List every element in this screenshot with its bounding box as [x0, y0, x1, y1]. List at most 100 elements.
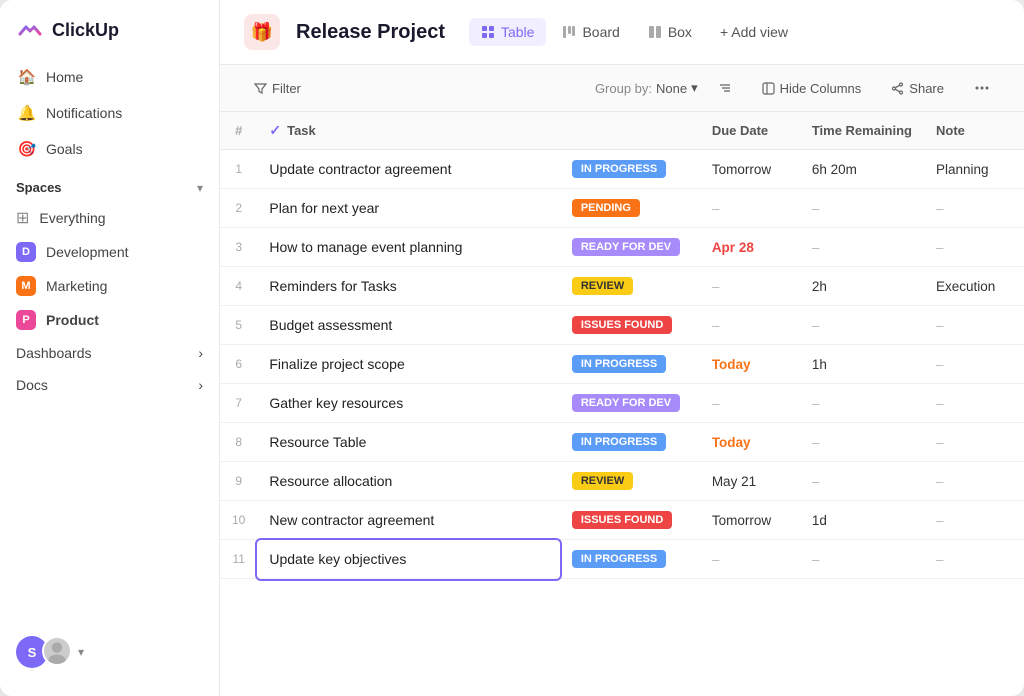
- more-options-button[interactable]: [964, 75, 1000, 101]
- space-marketing-label: Marketing: [46, 278, 107, 294]
- spaces-list: ⊞ Everything D Development M Marketing P…: [0, 201, 219, 337]
- toolbar: Filter Group by: None ▾ Hide Columns Sha…: [220, 65, 1024, 112]
- main-content: 🎁 Release Project Table Board Box + Add …: [220, 0, 1024, 696]
- user-menu-chevron-icon[interactable]: ▾: [78, 645, 84, 659]
- app-container: ClickUp 🏠 Home 🔔 Notifications 🎯 Goals S…: [0, 0, 1024, 696]
- space-item-marketing[interactable]: M Marketing: [0, 269, 219, 303]
- space-item-everything[interactable]: ⊞ Everything: [0, 201, 219, 235]
- view-tabs: Table Board Box + Add view: [469, 18, 800, 46]
- cell-status: ISSUES FOUND: [560, 306, 700, 345]
- cell-due: Tomorrow: [700, 150, 800, 189]
- bell-icon: 🔔: [18, 104, 36, 122]
- space-item-development[interactable]: D Development: [0, 235, 219, 269]
- table-body: 1 Update contractor agreement IN PROGRES…: [220, 150, 1024, 579]
- add-view-button[interactable]: + Add view: [708, 18, 800, 46]
- cell-task: Resource allocation: [257, 462, 559, 501]
- group-by-value: None: [656, 81, 687, 96]
- table-icon: [481, 25, 495, 39]
- table-row: 6 Finalize project scope IN PROGRESS Tod…: [220, 345, 1024, 384]
- cell-due: Tomorrow: [700, 501, 800, 540]
- cell-due: Today: [700, 345, 800, 384]
- docs-collapsible[interactable]: Docs ›: [0, 369, 219, 401]
- cell-due: –: [700, 540, 800, 579]
- sidebar-item-goals[interactable]: 🎯 Goals: [8, 132, 211, 166]
- group-by-control[interactable]: Group by: None ▾: [595, 80, 698, 96]
- cell-status: ISSUES FOUND: [560, 501, 700, 540]
- sidebar-item-home[interactable]: 🏠 Home: [8, 60, 211, 94]
- cell-task: New contractor agreement: [257, 501, 559, 540]
- docs-label: Docs: [16, 377, 48, 393]
- table-container: # ✓ Task Due Date Time Remaining Note: [220, 112, 1024, 696]
- cell-note: Planning: [924, 150, 1024, 189]
- spaces-chevron-icon[interactable]: ▾: [197, 181, 203, 195]
- dashboards-collapsible[interactable]: Dashboards ›: [0, 337, 219, 369]
- cell-time: 1h: [800, 345, 924, 384]
- status-badge: IN PROGRESS: [572, 355, 666, 373]
- status-badge: REVIEW: [572, 472, 633, 490]
- tab-board[interactable]: Board: [550, 18, 631, 46]
- logo: ClickUp: [0, 16, 219, 60]
- space-development-label: Development: [46, 244, 129, 260]
- sidebar-item-notifications[interactable]: 🔔 Notifications: [8, 96, 211, 130]
- table-row: 7 Gather key resources READY FOR DEV – –…: [220, 384, 1024, 423]
- col-task: ✓ Task: [257, 112, 559, 150]
- table-row: 8 Resource Table IN PROGRESS Today – –: [220, 423, 1024, 462]
- spaces-label: Spaces: [16, 180, 62, 195]
- cell-status: IN PROGRESS: [560, 150, 700, 189]
- table-row: 9 Resource allocation REVIEW May 21 – –: [220, 462, 1024, 501]
- dashboards-chevron-icon: ›: [198, 345, 203, 361]
- sidebar-item-notifications-label: Notifications: [46, 105, 122, 121]
- table-row: 5 Budget assessment ISSUES FOUND – – –: [220, 306, 1024, 345]
- spaces-section-header: Spaces ▾: [0, 168, 219, 201]
- sort-button[interactable]: [708, 76, 742, 100]
- sidebar-nav: 🏠 Home 🔔 Notifications 🎯 Goals: [0, 60, 219, 168]
- col-due: Due Date: [700, 112, 800, 150]
- cell-time: –: [800, 228, 924, 267]
- status-badge: ISSUES FOUND: [572, 316, 673, 334]
- development-avatar: D: [16, 242, 36, 262]
- cell-task: Plan for next year: [257, 189, 559, 228]
- cell-task: How to manage event planning: [257, 228, 559, 267]
- cell-note: –: [924, 384, 1024, 423]
- hide-columns-button[interactable]: Hide Columns: [752, 76, 872, 101]
- dashboards-label: Dashboards: [16, 345, 92, 361]
- user-avatar-secondary: [42, 636, 72, 666]
- cell-note: Execution: [924, 267, 1024, 306]
- main-header: 🎁 Release Project Table Board Box + Add …: [220, 0, 1024, 65]
- sidebar-footer: S ▾: [0, 624, 219, 680]
- cell-due: Today: [700, 423, 800, 462]
- cell-time: –: [800, 540, 924, 579]
- clickup-logo-icon: [16, 16, 44, 44]
- cell-task[interactable]: Update key objectives: [257, 540, 559, 579]
- cell-num: 4: [220, 267, 257, 306]
- filter-button[interactable]: Filter: [244, 76, 311, 101]
- cell-due: –: [700, 384, 800, 423]
- status-badge: READY FOR DEV: [572, 394, 680, 412]
- cell-num: 8: [220, 423, 257, 462]
- cell-time: –: [800, 423, 924, 462]
- marketing-avatar: M: [16, 276, 36, 296]
- cell-status: IN PROGRESS: [560, 345, 700, 384]
- cell-note: –: [924, 501, 1024, 540]
- cell-note: –: [924, 462, 1024, 501]
- space-product-label: Product: [46, 312, 99, 328]
- share-button[interactable]: Share: [881, 76, 954, 101]
- cell-num: 5: [220, 306, 257, 345]
- board-icon: [562, 25, 576, 39]
- cell-num: 3: [220, 228, 257, 267]
- status-badge: PENDING: [572, 199, 640, 217]
- tab-box[interactable]: Box: [636, 18, 704, 46]
- cell-num: 7: [220, 384, 257, 423]
- cell-due: –: [700, 267, 800, 306]
- cell-time: 6h 20m: [800, 150, 924, 189]
- table-row: 4 Reminders for Tasks REVIEW – 2h Execut…: [220, 267, 1024, 306]
- table-row: 11 Update key objectives IN PROGRESS – –…: [220, 540, 1024, 579]
- cell-note: –: [924, 423, 1024, 462]
- table-row: 3 How to manage event planning READY FOR…: [220, 228, 1024, 267]
- table-row: 1 Update contractor agreement IN PROGRES…: [220, 150, 1024, 189]
- sidebar: ClickUp 🏠 Home 🔔 Notifications 🎯 Goals S…: [0, 0, 220, 696]
- cell-note: –: [924, 306, 1024, 345]
- docs-chevron-icon: ›: [198, 377, 203, 393]
- tab-table[interactable]: Table: [469, 18, 546, 46]
- space-item-product[interactable]: P Product: [0, 303, 219, 337]
